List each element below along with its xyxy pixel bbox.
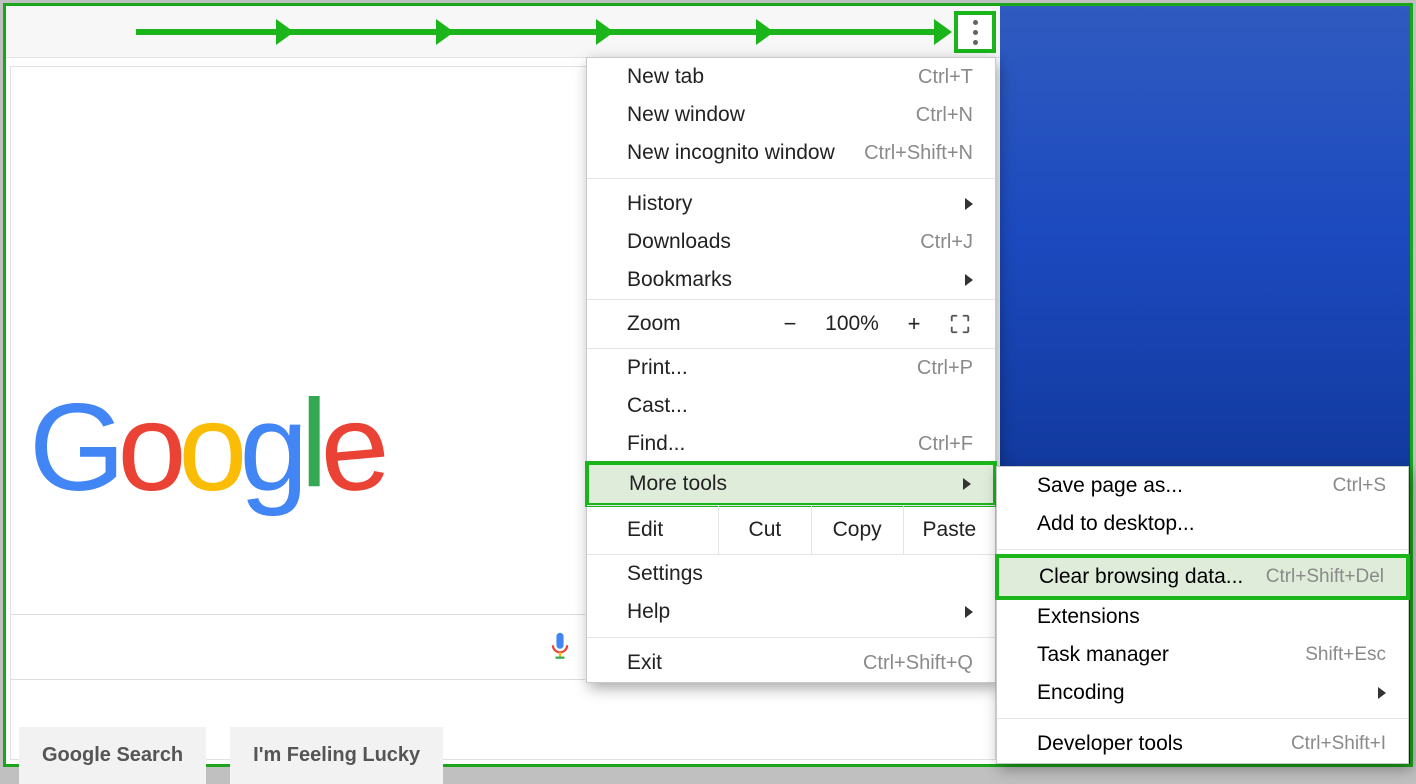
kebab-dot-icon bbox=[973, 30, 978, 35]
browser-toolbar bbox=[6, 6, 1000, 58]
feeling-lucky-button[interactable]: I'm Feeling Lucky bbox=[230, 727, 443, 784]
menu-item-shortcut: Ctrl+N bbox=[916, 104, 973, 127]
more-tools-submenu: Save page as... Ctrl+S Add to desktop...… bbox=[996, 466, 1409, 764]
menu-exit[interactable]: Exit Ctrl+Shift+Q bbox=[587, 644, 995, 682]
voice-search-icon[interactable] bbox=[549, 631, 571, 663]
menu-settings[interactable]: Settings bbox=[587, 555, 995, 593]
menu-item-label: New window bbox=[627, 103, 745, 127]
menu-history[interactable]: History bbox=[587, 185, 995, 223]
menu-item-label: Clear browsing data... bbox=[1039, 565, 1243, 589]
edit-cut-button[interactable]: Cut bbox=[718, 506, 810, 554]
kebab-dot-icon bbox=[973, 20, 978, 25]
google-logo: Google bbox=[29, 377, 381, 519]
menu-item-label: New incognito window bbox=[627, 141, 835, 165]
chrome-menu-button[interactable] bbox=[954, 11, 996, 53]
fullscreen-button[interactable] bbox=[937, 313, 983, 335]
submenu-caret-icon bbox=[965, 198, 973, 210]
menu-item-label: Bookmarks bbox=[627, 268, 732, 292]
menu-item-label: New tab bbox=[627, 65, 704, 89]
menu-item-shortcut: Ctrl+P bbox=[917, 357, 973, 380]
menu-item-shortcut: Ctrl+F bbox=[918, 433, 973, 456]
menu-item-label: Encoding bbox=[1037, 681, 1125, 705]
submenu-encoding[interactable]: Encoding bbox=[997, 674, 1408, 712]
zoom-in-button[interactable]: + bbox=[891, 311, 937, 337]
menu-item-label: Cast... bbox=[627, 394, 688, 418]
menu-new-tab[interactable]: New tab Ctrl+T bbox=[587, 58, 995, 96]
menu-item-shortcut: Ctrl+Shift+Q bbox=[863, 652, 973, 675]
submenu-add-to-desktop[interactable]: Add to desktop... bbox=[997, 505, 1408, 543]
arrow-head-icon bbox=[436, 19, 454, 45]
menu-item-label: Task manager bbox=[1037, 643, 1169, 667]
menu-cast[interactable]: Cast... bbox=[587, 387, 995, 425]
menu-item-shortcut: Ctrl+T bbox=[918, 66, 973, 89]
menu-new-window[interactable]: New window Ctrl+N bbox=[587, 96, 995, 134]
menu-separator bbox=[997, 718, 1408, 719]
zoom-label: Zoom bbox=[627, 312, 767, 336]
menu-separator bbox=[587, 178, 995, 179]
menu-find[interactable]: Find... Ctrl+F bbox=[587, 425, 995, 463]
menu-item-shortcut: Ctrl+S bbox=[1333, 475, 1386, 497]
menu-item-label: Help bbox=[627, 600, 670, 624]
menu-edit-row: Edit Cut Copy Paste bbox=[587, 505, 995, 555]
search-box[interactable] bbox=[11, 614, 585, 680]
google-search-button[interactable]: Google Search bbox=[19, 727, 206, 784]
menu-item-shortcut: Ctrl+Shift+Del bbox=[1266, 566, 1384, 588]
edit-copy-button[interactable]: Copy bbox=[811, 506, 903, 554]
submenu-extensions[interactable]: Extensions bbox=[997, 598, 1408, 636]
fullscreen-icon bbox=[949, 313, 971, 335]
submenu-caret-icon bbox=[963, 478, 971, 490]
edit-label: Edit bbox=[587, 506, 718, 554]
arrow-head-icon bbox=[276, 19, 294, 45]
submenu-caret-icon bbox=[965, 274, 973, 286]
search-buttons: Google Search I'm Feeling Lucky bbox=[19, 727, 443, 784]
menu-item-label: Add to desktop... bbox=[1037, 512, 1195, 536]
menu-item-label: Find... bbox=[627, 432, 685, 456]
menu-more-tools[interactable]: More tools bbox=[585, 461, 997, 507]
menu-bookmarks[interactable]: Bookmarks bbox=[587, 261, 995, 299]
menu-item-shortcut: Ctrl+J bbox=[920, 231, 973, 254]
menu-item-label: More tools bbox=[629, 472, 727, 496]
menu-item-label: Downloads bbox=[627, 230, 731, 254]
kebab-dot-icon bbox=[973, 40, 978, 45]
menu-item-label: Print... bbox=[627, 356, 688, 380]
submenu-save-page[interactable]: Save page as... Ctrl+S bbox=[997, 467, 1408, 505]
zoom-out-button[interactable]: − bbox=[767, 311, 813, 337]
menu-item-label: Settings bbox=[627, 562, 703, 586]
submenu-clear-browsing-data[interactable]: Clear browsing data... Ctrl+Shift+Del bbox=[995, 554, 1410, 600]
submenu-caret-icon bbox=[1378, 687, 1386, 699]
menu-item-label: Extensions bbox=[1037, 605, 1140, 629]
menu-separator bbox=[587, 637, 995, 638]
menu-item-label: Save page as... bbox=[1037, 474, 1183, 498]
menu-item-label: History bbox=[627, 192, 692, 216]
menu-zoom-row: Zoom − 100% + bbox=[587, 299, 995, 349]
arrow-head-icon bbox=[596, 19, 614, 45]
annotation-arrow bbox=[136, 29, 940, 35]
menu-separator bbox=[997, 549, 1408, 550]
menu-downloads[interactable]: Downloads Ctrl+J bbox=[587, 223, 995, 261]
menu-print[interactable]: Print... Ctrl+P bbox=[587, 349, 995, 387]
search-input[interactable] bbox=[25, 615, 539, 679]
menu-item-shortcut: Ctrl+Shift+I bbox=[1291, 733, 1386, 755]
submenu-caret-icon bbox=[965, 606, 973, 618]
menu-new-incognito[interactable]: New incognito window Ctrl+Shift+N bbox=[587, 134, 995, 172]
submenu-task-manager[interactable]: Task manager Shift+Esc bbox=[997, 636, 1408, 674]
menu-item-label: Exit bbox=[627, 651, 662, 675]
menu-item-shortcut: Ctrl+Shift+N bbox=[864, 142, 973, 165]
menu-help[interactable]: Help bbox=[587, 593, 995, 631]
submenu-developer-tools[interactable]: Developer tools Ctrl+Shift+I bbox=[997, 725, 1408, 763]
menu-item-label: Developer tools bbox=[1037, 732, 1183, 756]
zoom-value: 100% bbox=[813, 312, 891, 336]
menu-item-shortcut: Shift+Esc bbox=[1305, 644, 1386, 666]
chrome-main-menu: New tab Ctrl+T New window Ctrl+N New inc… bbox=[586, 57, 996, 683]
arrow-head-icon bbox=[756, 19, 774, 45]
tutorial-frame: Google Google Search I'm Feeling Lucky bbox=[3, 3, 1413, 767]
edit-paste-button[interactable]: Paste bbox=[903, 506, 995, 554]
